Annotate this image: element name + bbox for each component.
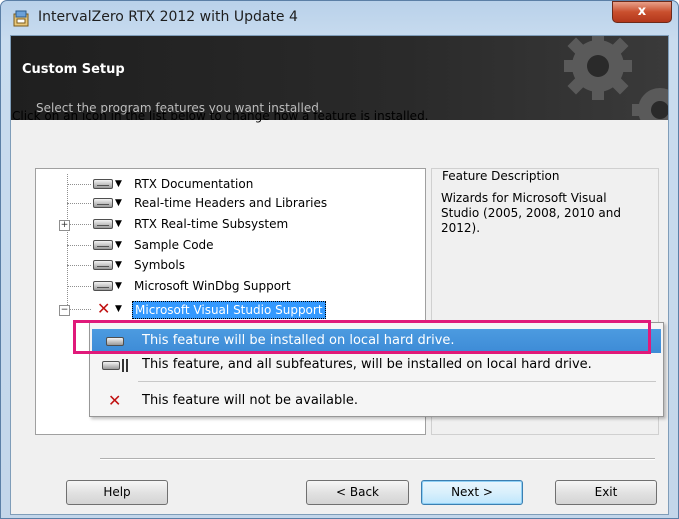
feature-description-heading: Feature Description <box>440 169 562 183</box>
feature-label-selected: Microsoft Visual Studio Support <box>132 301 326 319</box>
drive-icon[interactable] <box>93 240 113 250</box>
feature-label: Symbols <box>134 258 185 272</box>
title-bar: IntervalZero RTX 2012 with Update 4 x <box>1 1 678 35</box>
gears-icon <box>564 36 668 120</box>
dropdown-arrow-icon[interactable]: ▼ <box>115 257 122 274</box>
menu-separator <box>138 381 656 382</box>
drive-icon[interactable] <box>93 198 113 208</box>
drive-icon[interactable] <box>93 281 113 291</box>
highlight-annotation-box <box>73 320 651 354</box>
x-icon[interactable]: ✕ <box>97 299 110 319</box>
dropdown-arrow-icon[interactable]: ▼ <box>115 216 122 233</box>
banner-title: Custom Setup <box>22 62 125 77</box>
window-title: IntervalZero RTX 2012 with Update 4 <box>38 9 298 25</box>
dropdown-arrow-icon[interactable]: ▼ <box>115 237 122 254</box>
drive-icon[interactable] <box>93 260 113 270</box>
menu-item-label: This feature will not be available. <box>142 393 358 408</box>
drive-icon[interactable] <box>93 179 113 189</box>
feature-description-text: Wizards for Microsoft Visual Studio (200… <box>441 191 621 235</box>
help-button[interactable]: Help <box>66 480 168 505</box>
back-button[interactable]: < Back <box>306 480 409 505</box>
header-banner: Custom Setup Select the program features… <box>11 36 668 120</box>
feature-label: RTX Real-time Subsystem <box>134 217 289 231</box>
dropdown-arrow-icon[interactable]: ▼ <box>115 278 122 295</box>
collapse-icon[interactable]: − <box>59 305 70 316</box>
setup-window: IntervalZero RTX 2012 with Update 4 x Cu… <box>0 0 679 519</box>
button-separator <box>100 458 655 460</box>
drive-icon[interactable] <box>93 219 113 229</box>
feature-label: Real-time Headers and Libraries <box>134 196 328 210</box>
close-button[interactable]: x <box>612 1 672 23</box>
dropdown-arrow-icon[interactable]: ▼ <box>115 195 122 212</box>
next-button[interactable]: Next > <box>421 480 523 505</box>
feature-label: Sample Code <box>134 238 214 252</box>
subfeatures-icon <box>122 359 128 372</box>
menu-item-label: This feature, and all subfeatures, will … <box>142 357 592 372</box>
menu-item-install-all-local[interactable]: This feature, and all subfeatures, will … <box>92 353 661 377</box>
instruction-text: Click on an icon in the list below to ch… <box>12 109 429 123</box>
dropdown-arrow-icon[interactable]: ▼ <box>115 301 122 318</box>
exit-button[interactable]: Exit <box>555 480 657 505</box>
installer-app-icon <box>13 10 29 27</box>
drive-all-icon <box>102 361 120 370</box>
menu-item-not-available[interactable]: ✕ This feature will not be available. <box>92 389 661 413</box>
feature-label: Microsoft WinDbg Support <box>134 279 291 293</box>
x-icon: ✕ <box>108 391 122 410</box>
expand-icon[interactable]: + <box>59 220 70 231</box>
dropdown-arrow-icon[interactable]: ▼ <box>115 176 122 193</box>
feature-label: RTX Documentation <box>134 177 254 191</box>
